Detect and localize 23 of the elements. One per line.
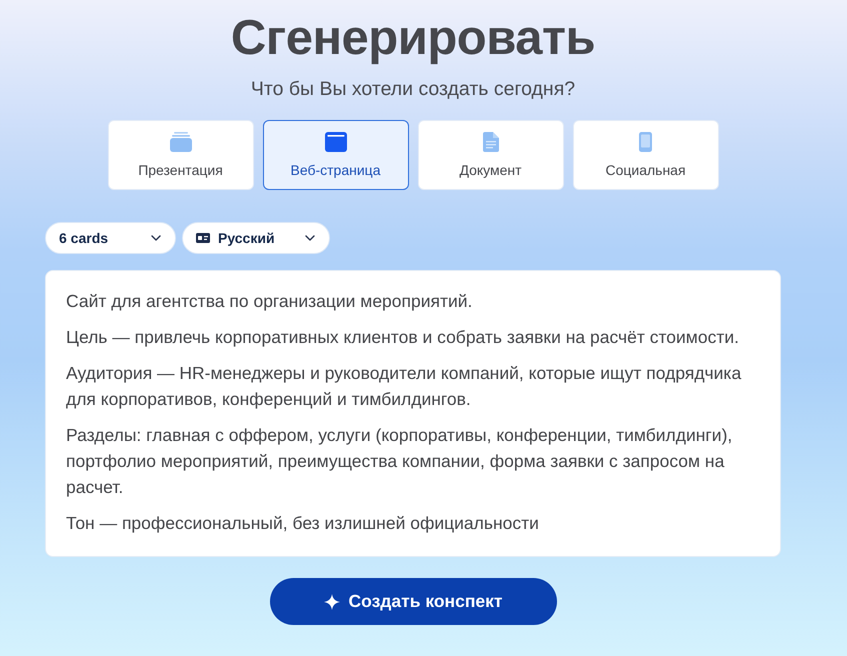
- prompt-paragraph: Цель — привлечь корпоративных клиентов и собрать заявки на расчёт стоимости.: [66, 326, 740, 349]
- prompt-paragraph: Сайт для агентства по организации мероприятий.: [66, 290, 474, 313]
- prompt-paragraph: Аудитория — HR-менеджеры и руководители компаний, которые ищут подрядчика для корпоративов, конференций и тимбилдингов.: [66, 362, 742, 411]
- prompt-field[interactable]: [45, 270, 781, 557]
- chevron-down-icon: [305, 235, 315, 241]
- stacked-cards-icon: [170, 132, 192, 152]
- page-title: Сгенерировать: [230, 11, 596, 65]
- format-tab[interactable]: Документ: [418, 120, 564, 190]
- document-icon: [482, 132, 498, 152]
- browser-window-icon: [324, 132, 346, 152]
- prompt-paragraph: Тон — профессиональный, без излишней официальности: [66, 512, 540, 535]
- id-card-icon: [196, 233, 210, 243]
- sparkle-icon: [324, 594, 340, 610]
- page-subtitle: Что бы Вы хотели создать сегодня?: [250, 77, 576, 101]
- format-tab[interactable]: Презентация: [108, 120, 254, 190]
- create-outline-button[interactable]: Создать конспект: [270, 578, 556, 625]
- prompt-paragraph: Разделы: главная с оффером, услуги (корпоративы, конференции, тимбилдинги), портфолио мероприятий, преимущества компании, форма заявки с запросом на расчет.: [66, 424, 734, 499]
- chevron-down-icon: [151, 235, 161, 241]
- format-tab[interactable]: Социальная: [572, 120, 718, 190]
- card-count-dropdown[interactable]: 6 cards: [45, 222, 176, 254]
- format-tab[interactable]: Веб-страница: [262, 120, 408, 190]
- phone-icon: [639, 132, 652, 152]
- language-dropdown[interactable]: Русский: [182, 222, 330, 254]
